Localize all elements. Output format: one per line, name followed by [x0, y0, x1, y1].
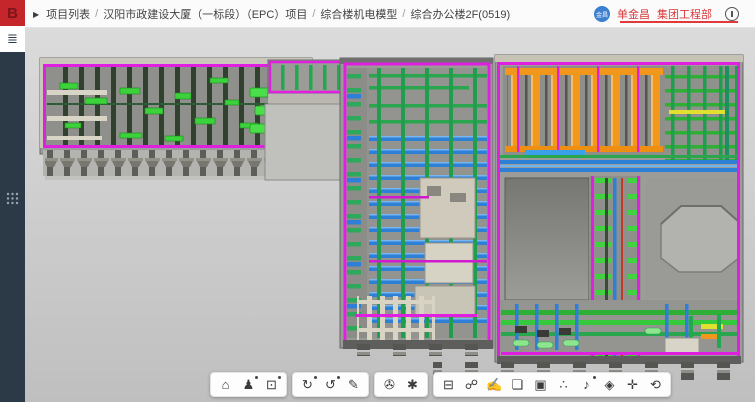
- settings-icon[interactable]: ✱: [401, 374, 424, 395]
- user-box: 金昌 单金昌 集团工程部: [594, 0, 739, 28]
- top-bar: ▶ 项目列表 / 汉阳市政建设大厦（一标段）（EPC）项目 / 综合楼机电模型 …: [0, 0, 755, 28]
- breadcrumb-collapse-icon[interactable]: ▶: [33, 10, 39, 19]
- user-department[interactable]: 集团工程部: [657, 6, 712, 22]
- model-tree-icon[interactable]: ∴: [552, 374, 575, 395]
- power-icon[interactable]: [725, 7, 739, 21]
- toolbar-group-tools: ⊟ ☍ ✍ ❏ ▣ ∴ ♪ ◈ ✛ ⟲: [433, 372, 671, 397]
- measure-icon[interactable]: ✎: [342, 374, 365, 395]
- user-underline: [620, 21, 738, 23]
- toolbar-group-orbit: ↻ ↺ ✎: [292, 372, 369, 397]
- focus-icon[interactable]: ▣: [529, 374, 552, 395]
- sidebar-item-project-list[interactable]: ≣: [0, 26, 25, 52]
- breadcrumb-model[interactable]: 综合楼机电模型: [320, 6, 397, 22]
- rotate-3d-icon[interactable]: ↺: [319, 374, 342, 395]
- model-viewport[interactable]: [25, 28, 755, 402]
- app-logo[interactable]: B: [0, 0, 25, 26]
- sidebar: B ≣: [0, 0, 25, 402]
- save-view-icon[interactable]: ✇: [378, 374, 401, 395]
- orbit-icon[interactable]: ↻: [296, 374, 319, 395]
- model-middle-tower: [340, 58, 493, 356]
- bim-model-canvas[interactable]: [25, 28, 755, 402]
- breadcrumb-floor: 综合办公楼2F(0519): [410, 6, 510, 22]
- share-icon[interactable]: ☍: [460, 374, 483, 395]
- zoom-window-icon[interactable]: ⊡: [260, 374, 283, 395]
- breadcrumb-project[interactable]: 汉阳市政建设大厦（一标段）（EPC）项目: [103, 6, 307, 22]
- breadcrumb: ▶ 项目列表 / 汉阳市政建设大厦（一标段）（EPC）项目 / 综合楼机电模型 …: [33, 0, 510, 28]
- viewer-toolbar: ⌂ ♟ ⊡ ↻ ↺ ✎ ✇ ✱ ⊟ ☍ ✍ ❏ ▣ ∴ ♪ ◈ ✛ ⟲: [210, 372, 671, 397]
- reset-view-icon[interactable]: ⟲: [644, 374, 667, 395]
- annotate-icon[interactable]: ✍: [483, 374, 506, 395]
- toolbar-group-navigation: ⌂ ♟ ⊡: [210, 372, 287, 397]
- avatar[interactable]: 金昌: [594, 6, 610, 22]
- breadcrumb-project-list[interactable]: 项目列表: [46, 6, 90, 22]
- section-icon[interactable]: ⊟: [437, 374, 460, 395]
- paint-icon[interactable]: ◈: [598, 374, 621, 395]
- viewpoint-icon[interactable]: ♪: [575, 374, 598, 395]
- toolbar-group-view: ✇ ✱: [374, 372, 428, 397]
- model-connector: [265, 60, 352, 180]
- list-icon: ≣: [7, 31, 18, 47]
- fit-view-icon[interactable]: ✛: [621, 374, 644, 395]
- view-home-icon[interactable]: ⌂: [214, 374, 237, 395]
- copy-icon[interactable]: ❏: [506, 374, 529, 395]
- user-name[interactable]: 单金昌: [617, 6, 650, 22]
- walkthrough-icon[interactable]: ♟: [237, 374, 260, 395]
- apps-grid-icon[interactable]: [6, 192, 19, 210]
